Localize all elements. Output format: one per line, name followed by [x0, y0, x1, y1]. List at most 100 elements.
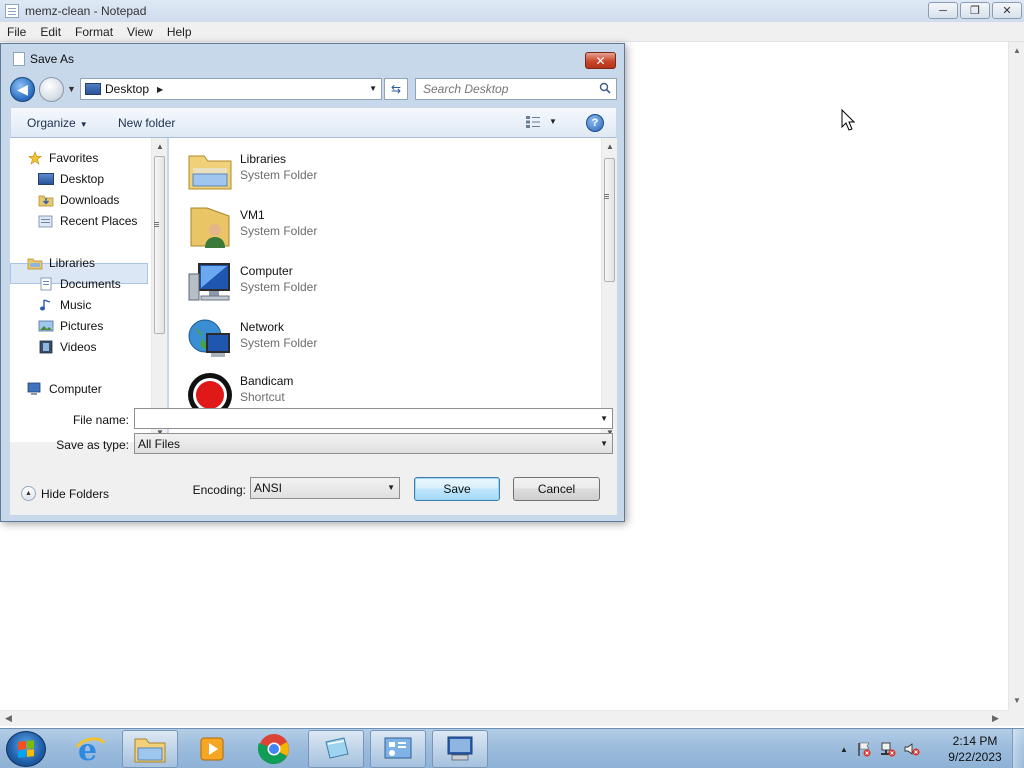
computer-icon	[27, 382, 41, 395]
notepad-horizontal-scrollbar[interactable]: ◀ ▶	[0, 710, 1008, 726]
restore-button[interactable]: ❐	[960, 2, 990, 19]
organize-label: Organize	[27, 116, 76, 130]
taskbar-chrome[interactable]	[246, 730, 302, 768]
recent-locations-chevron-icon[interactable]: ▼	[67, 84, 76, 94]
dialog-close-button[interactable]: ✕	[585, 52, 616, 69]
menu-edit[interactable]: Edit	[33, 25, 68, 39]
downloads-folder-icon	[38, 195, 54, 207]
notepad-menu-bar: File Edit Format View Help	[0, 22, 1024, 42]
forward-arrow-icon[interactable]	[39, 77, 64, 102]
file-item-network[interactable]: Network System Folder	[187, 312, 587, 362]
notepad-window-title: memz-clean - Notepad	[25, 4, 147, 18]
user-folder-icon	[190, 207, 230, 248]
file-item-computer[interactable]: Computer System Folder	[187, 256, 587, 306]
media-player-icon	[200, 737, 224, 761]
chevron-up-icon: ▲	[21, 486, 36, 501]
notepad-app-icon[interactable]	[5, 4, 19, 18]
save-as-type-select[interactable]: All Files ▼	[134, 433, 613, 454]
organize-dropdown-icon: ▼	[79, 120, 88, 129]
taskbar-media-player[interactable]	[184, 730, 240, 768]
new-folder-button[interactable]: New folder	[118, 116, 175, 130]
nav-pictures[interactable]: Pictures	[38, 316, 103, 336]
back-arrow-icon[interactable]: ◀	[10, 77, 35, 102]
encoding-select[interactable]: ANSI ▼	[250, 477, 400, 499]
nav-documents[interactable]: Documents	[38, 274, 121, 294]
nav-videos[interactable]: Videos	[38, 337, 96, 357]
organize-button[interactable]: Organize ▼	[27, 116, 88, 130]
nav-libraries[interactable]: Libraries	[27, 253, 95, 273]
menu-view[interactable]: View	[120, 25, 160, 39]
nav-documents-label: Documents	[60, 277, 121, 291]
start-button[interactable]	[6, 731, 46, 767]
file-name-dropdown-icon[interactable]: ▼	[600, 414, 608, 423]
action-center-flag-icon[interactable]	[856, 741, 872, 757]
taskbar-remote-desktop[interactable]	[432, 730, 488, 768]
file-name-label: Bandicam	[240, 374, 294, 388]
minimize-button[interactable]: ─	[928, 2, 958, 19]
address-bar[interactable]: Desktop ▶ ▼	[80, 78, 382, 100]
show-hidden-icons-chevron-icon[interactable]: ▲	[840, 745, 848, 754]
search-icon[interactable]	[599, 82, 611, 94]
show-desktop-button[interactable]	[1012, 729, 1024, 768]
file-list-scrollbar[interactable]: ▲ ▼	[601, 138, 617, 442]
taskbar-internet-explorer[interactable]: e	[62, 730, 118, 768]
scroll-left-arrow-icon[interactable]: ◀	[5, 713, 12, 724]
notepad-title-bar[interactable]: memz-clean - Notepad ─ ❐ ✕	[0, 0, 1024, 22]
recent-places-icon	[38, 215, 53, 228]
hide-folders-button[interactable]: ▲ Hide Folders	[21, 486, 109, 501]
menu-format[interactable]: Format	[68, 25, 120, 39]
internet-explorer-icon: e	[75, 733, 106, 765]
nav-recent-places[interactable]: Recent Places	[38, 211, 137, 231]
address-dropdown-icon[interactable]: ▼	[369, 84, 377, 93]
scrollbar-corner	[1008, 710, 1024, 726]
file-type-label: Shortcut	[240, 390, 285, 404]
taskbar-windows-explorer[interactable]	[122, 730, 178, 768]
close-button[interactable]: ✕	[992, 2, 1022, 19]
mouse-cursor-icon	[841, 109, 855, 131]
breadcrumb-arrow-icon[interactable]: ▶	[157, 85, 163, 94]
notepad-vertical-scrollbar[interactable]: ▲ ▼	[1008, 42, 1024, 710]
encoding-value: ANSI	[254, 481, 283, 495]
views-dropdown-icon[interactable]: ▼	[549, 117, 557, 126]
libraries-icon	[27, 258, 43, 270]
refresh-icon[interactable]: ⇆	[384, 78, 408, 100]
nav-music[interactable]: Music	[38, 295, 91, 315]
search-box[interactable]	[415, 78, 617, 100]
taskbar-clock[interactable]: 2:14 PM 9/22/2023	[940, 733, 1010, 765]
menu-file[interactable]: File	[0, 25, 33, 39]
search-input[interactable]	[423, 82, 598, 96]
scroll-up-arrow-icon[interactable]: ▲	[1013, 46, 1021, 55]
nav-favorites[interactable]: Favorites	[27, 148, 98, 168]
file-name-label: VM1	[240, 208, 265, 222]
network-status-icon[interactable]	[880, 741, 896, 757]
dialog-title-bar[interactable]: Save As	[1, 44, 624, 74]
nav-scroll-thumb[interactable]	[154, 156, 165, 334]
cancel-button[interactable]: Cancel	[513, 477, 600, 501]
taskbar-control-panel[interactable]	[370, 730, 426, 768]
file-item-libraries[interactable]: Libraries System Folder	[187, 144, 587, 194]
file-name-field[interactable]: ▼	[134, 408, 613, 429]
change-view-icon[interactable]	[526, 116, 540, 128]
help-icon[interactable]: ?	[586, 114, 604, 132]
save-as-type-dropdown-icon: ▼	[600, 439, 608, 448]
nav-desktop[interactable]: Desktop	[38, 169, 104, 189]
save-button[interactable]: Save	[414, 477, 500, 501]
control-panel-icon	[384, 737, 412, 759]
file-name-field-label: File name:	[72, 413, 129, 427]
scroll-up-arrow-icon[interactable]: ▲	[606, 142, 614, 151]
breadcrumb-desktop[interactable]: Desktop	[105, 82, 149, 96]
file-type-label: System Folder	[240, 224, 318, 238]
scroll-up-arrow-icon[interactable]: ▲	[156, 142, 164, 151]
menu-help[interactable]: Help	[160, 25, 199, 39]
nav-downloads[interactable]: Downloads	[38, 190, 119, 210]
scroll-right-arrow-icon[interactable]: ▶	[992, 713, 999, 724]
save-as-type-label: Save as type:	[56, 438, 129, 452]
nav-computer[interactable]: Computer	[27, 379, 102, 399]
file-scroll-thumb[interactable]	[604, 158, 615, 282]
file-name-label: Computer	[240, 264, 293, 278]
scroll-down-arrow-icon[interactable]: ▼	[1013, 696, 1021, 705]
nav-pane-scrollbar[interactable]: ▲ ▼	[151, 138, 167, 442]
file-item-vm1[interactable]: VM1 System Folder	[187, 200, 587, 250]
volume-muted-icon[interactable]	[904, 741, 920, 757]
taskbar-notepad[interactable]	[308, 730, 364, 768]
